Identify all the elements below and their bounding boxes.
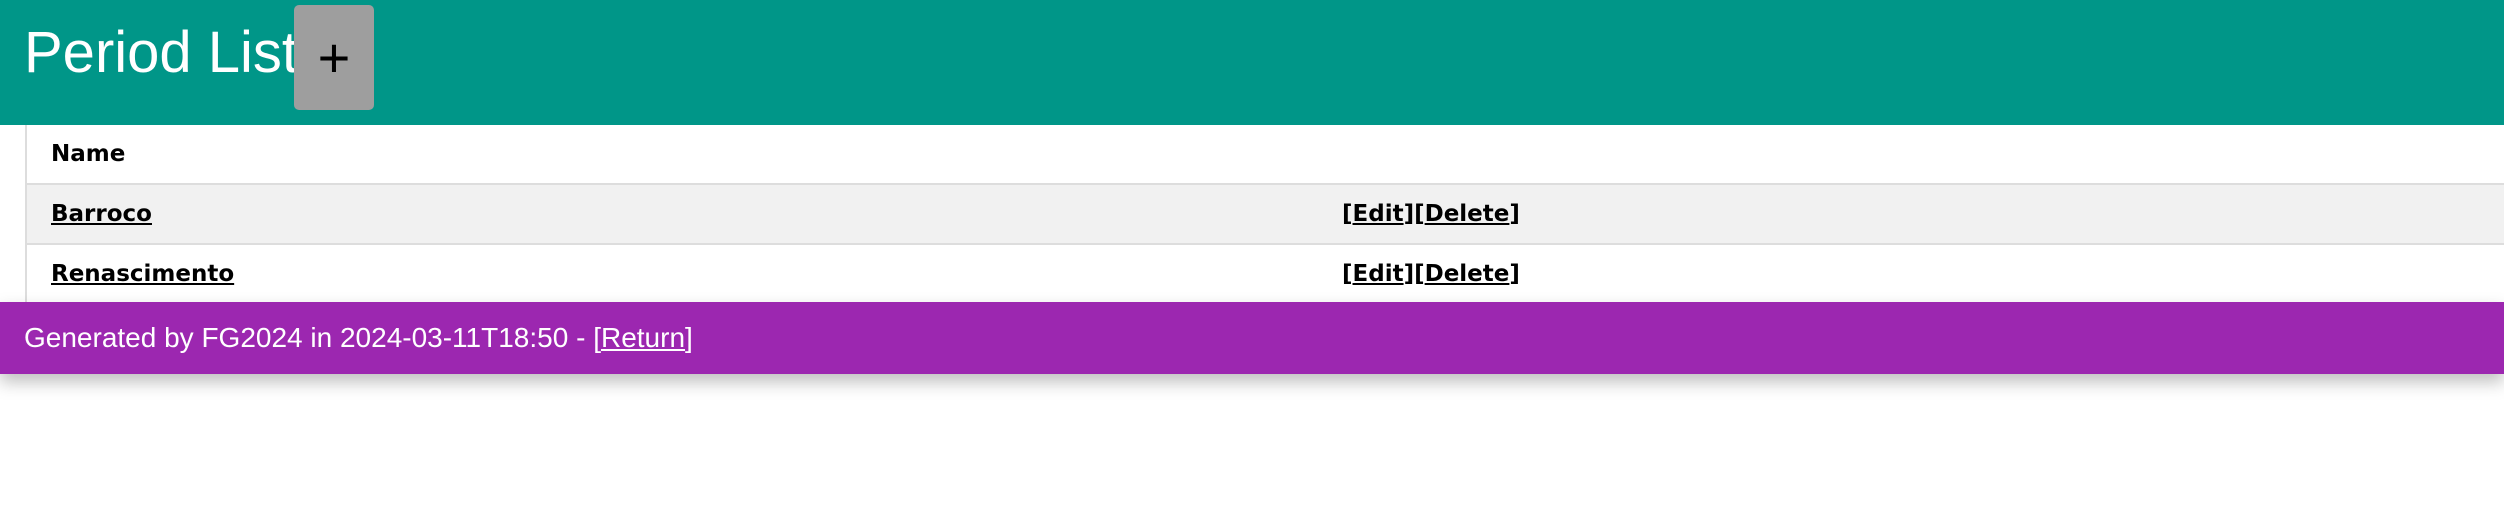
footer-bar: Generated by FG2024 in 2024-03-11T18:50 …	[0, 302, 2504, 374]
period-link[interactable]: Renascimento	[51, 261, 234, 287]
row-actions: [Edit][Delete]	[1342, 201, 1520, 227]
row-actions: [Edit][Delete]	[1342, 261, 1520, 287]
delete-link[interactable]: Delete	[1425, 261, 1510, 287]
table-row: Renascimento [Edit][Delete]	[27, 245, 2504, 305]
period-link[interactable]: Barroco	[51, 201, 152, 227]
delete-link[interactable]: Delete	[1425, 201, 1510, 227]
page-title: Period List	[24, 20, 299, 85]
period-table: Name Barroco [Edit][Delete] Renascimento…	[25, 125, 2504, 305]
return-link[interactable]: Return	[601, 322, 685, 353]
add-period-button[interactable]: +	[294, 5, 374, 110]
table-header-row: Name	[27, 125, 2504, 185]
header-bar: Period List +	[0, 0, 2504, 125]
edit-link[interactable]: Edit	[1353, 261, 1404, 287]
column-header-name: Name	[51, 141, 126, 167]
footer-text: Generated by FG2024 in 2024-03-11T18:50 …	[24, 322, 594, 353]
table-row: Barroco [Edit][Delete]	[27, 185, 2504, 245]
edit-link[interactable]: Edit	[1353, 201, 1404, 227]
